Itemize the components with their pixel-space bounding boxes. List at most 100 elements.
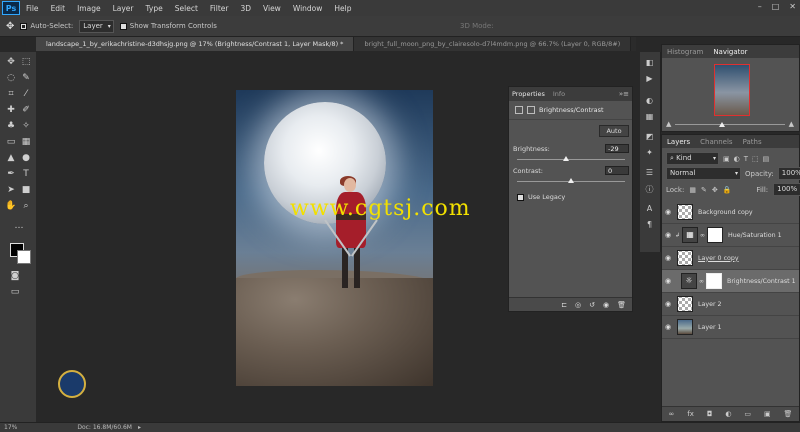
- zoom-in-icon[interactable]: ▲: [789, 120, 794, 128]
- filter-shape-icon[interactable]: ⬚: [752, 155, 759, 163]
- eye-icon[interactable]: ◉: [664, 231, 672, 239]
- stamp-tool-icon[interactable]: ♣: [4, 120, 18, 132]
- blur-tool-icon[interactable]: ▲: [4, 152, 18, 164]
- menu-edit[interactable]: Edit: [45, 4, 72, 13]
- auto-select-option[interactable]: Auto-Select:: [20, 22, 73, 30]
- mask-thumbnail[interactable]: [706, 273, 722, 289]
- lock-all-icon[interactable]: 🔒: [723, 186, 732, 194]
- mask-thumbnail[interactable]: [707, 227, 724, 243]
- pen-tool-icon[interactable]: ✒: [4, 168, 18, 180]
- fill-input[interactable]: 100%: [773, 183, 800, 196]
- close-button[interactable]: ✕: [789, 2, 796, 11]
- auto-select-checkbox[interactable]: [20, 22, 28, 30]
- tab-properties[interactable]: Properties: [512, 90, 545, 98]
- panel-menu-icon[interactable]: »≡: [619, 90, 629, 98]
- tab-histogram[interactable]: Histogram: [667, 48, 703, 56]
- menu-filter[interactable]: Filter: [204, 4, 235, 13]
- play-panel-icon[interactable]: ▶: [643, 74, 656, 85]
- layer-row[interactable]: ◉ Layer 0 copy: [662, 247, 799, 270]
- lock-transparency-icon[interactable]: ▦: [689, 186, 696, 194]
- visibility-icon[interactable]: ◉: [603, 301, 609, 309]
- transform-controls-checkbox[interactable]: [119, 22, 127, 30]
- quick-mask-icon[interactable]: ◙: [8, 270, 22, 282]
- menu-type[interactable]: Type: [140, 4, 169, 13]
- adjustments-panel-icon[interactable]: ◩: [643, 132, 656, 143]
- more-tools-icon[interactable]: …: [12, 220, 26, 232]
- tab-layers[interactable]: Layers: [667, 138, 690, 146]
- filter-type-icon[interactable]: T: [744, 155, 748, 163]
- filter-smart-icon[interactable]: ▤: [763, 155, 770, 163]
- layer-row[interactable]: ◉ Layer 1: [662, 316, 799, 339]
- menu-image[interactable]: Image: [71, 4, 107, 13]
- healing-tool-icon[interactable]: ✚: [4, 104, 18, 116]
- filter-pixel-icon[interactable]: ▣: [723, 155, 730, 163]
- mask-icon[interactable]: [527, 106, 535, 114]
- new-group-icon[interactable]: ▭: [744, 410, 751, 418]
- tab-navigator[interactable]: Navigator: [713, 48, 747, 56]
- delete-icon[interactable]: 🗑: [617, 301, 626, 309]
- use-legacy-checkbox[interactable]: [517, 193, 524, 201]
- layer-row[interactable]: ◉ Background copy: [662, 201, 799, 224]
- screen-mode-icon[interactable]: ▭: [8, 286, 22, 298]
- maximize-button[interactable]: □: [772, 2, 780, 11]
- link-icon[interactable]: ∞: [699, 278, 704, 285]
- menu-view[interactable]: View: [257, 4, 287, 13]
- menu-3d[interactable]: 3D: [234, 4, 257, 13]
- brush-tool-icon[interactable]: ✐: [19, 104, 33, 116]
- tab-info[interactable]: Info: [553, 90, 565, 98]
- paragraph-panel-icon[interactable]: ¶: [643, 220, 656, 231]
- navigator-thumbnail[interactable]: [714, 64, 750, 116]
- background-color-swatch[interactable]: [17, 250, 31, 264]
- info-panel-icon[interactable]: ⓘ: [643, 184, 656, 195]
- contrast-input[interactable]: 0: [605, 166, 629, 175]
- zoom-slider[interactable]: [675, 121, 785, 127]
- menu-select[interactable]: Select: [169, 4, 204, 13]
- zoom-level[interactable]: 17%: [4, 424, 17, 431]
- shape-tool-icon[interactable]: ■: [19, 184, 33, 196]
- eye-icon[interactable]: ◉: [664, 254, 672, 262]
- lock-pixels-icon[interactable]: ✎: [701, 186, 707, 194]
- dodge-tool-icon[interactable]: ●: [19, 152, 33, 164]
- layer-row[interactable]: ◉ Layer 2: [662, 293, 799, 316]
- document-canvas[interactable]: [236, 90, 433, 386]
- move-tool-icon[interactable]: ✥: [4, 56, 18, 68]
- link-icon[interactable]: ∞: [700, 232, 705, 239]
- lasso-tool-icon[interactable]: ◌: [4, 72, 18, 84]
- styles-panel-icon[interactable]: ✦: [643, 148, 656, 159]
- new-layer-icon[interactable]: ▣: [764, 410, 771, 418]
- layer-row[interactable]: ◉ ↲ ▦ ∞ Hue/Saturation 1: [662, 224, 799, 247]
- brightness-input[interactable]: -29: [605, 144, 629, 153]
- tab-landscape[interactable]: landscape_1_by_erikachristine-d3dhsjg.pn…: [36, 37, 355, 51]
- gradient-tool-icon[interactable]: ▦: [19, 136, 33, 148]
- opacity-input[interactable]: 100%: [777, 167, 800, 180]
- eye-icon[interactable]: ◉: [664, 300, 672, 308]
- tab-channels[interactable]: Channels: [700, 138, 732, 146]
- minimize-button[interactable]: –: [758, 2, 762, 11]
- view-previous-icon[interactable]: ◎: [575, 301, 581, 309]
- color-panel-icon[interactable]: ◐: [643, 96, 656, 107]
- layer-row-selected[interactable]: ◉ ☼ ∞ Brightness/Contrast 1: [662, 270, 799, 293]
- move-tool-icon[interactable]: ✥: [6, 21, 14, 32]
- history-panel-icon[interactable]: ◧: [643, 58, 656, 69]
- eyedropper-tool-icon[interactable]: ⁄: [19, 88, 33, 100]
- brightness-slider[interactable]: [517, 159, 625, 160]
- fx-icon[interactable]: fx: [687, 410, 694, 418]
- tab-paths[interactable]: Paths: [743, 138, 762, 146]
- clip-to-layer-icon[interactable]: ⊏: [561, 301, 567, 309]
- quick-select-tool-icon[interactable]: ✎: [19, 72, 33, 84]
- link-layers-icon[interactable]: ∞: [668, 410, 674, 418]
- character-panel-icon[interactable]: A: [643, 204, 656, 215]
- zoom-out-icon[interactable]: ▲: [666, 120, 671, 128]
- reset-icon[interactable]: ↺: [589, 301, 595, 309]
- marquee-tool-icon[interactable]: ⬚: [19, 56, 33, 68]
- history-brush-icon[interactable]: ✧: [19, 120, 33, 132]
- crop-tool-icon[interactable]: ⌗: [4, 88, 18, 100]
- eraser-tool-icon[interactable]: ▭: [4, 136, 18, 148]
- brightness-slider-thumb[interactable]: [562, 156, 569, 161]
- blend-mode-dropdown[interactable]: Normal: [666, 167, 741, 180]
- zoom-slider-thumb[interactable]: [719, 121, 726, 127]
- eye-icon[interactable]: ◉: [664, 277, 672, 285]
- menu-help[interactable]: Help: [328, 4, 357, 13]
- filter-adjustment-icon[interactable]: ◐: [734, 155, 740, 163]
- properties-panel-icon[interactable]: ☰: [643, 168, 656, 179]
